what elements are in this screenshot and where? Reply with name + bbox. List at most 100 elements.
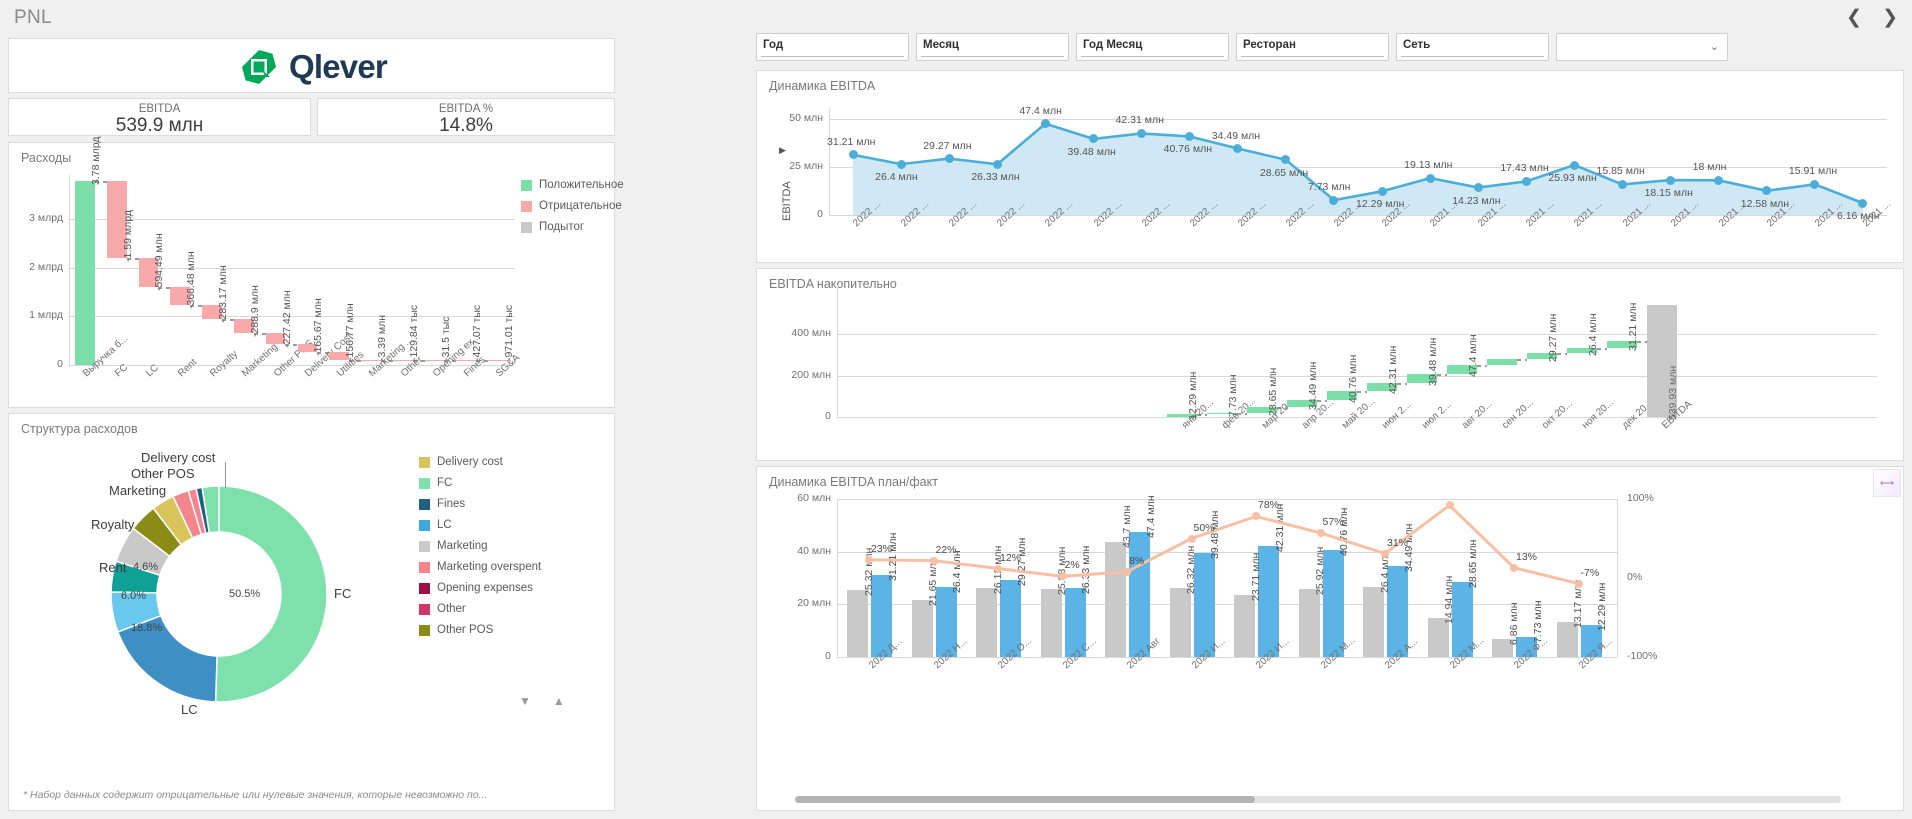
expense-structure-card[interactable]: Структура расходов 50.5% 18.8% 6.0% 4.6% Del… — [8, 413, 615, 811]
percent-data-point[interactable] — [1058, 572, 1067, 581]
kpi-ebitda-percent[interactable]: EBITDA % 14.8% — [317, 98, 615, 136]
filter-сеть[interactable]: Сеть — [1396, 33, 1549, 61]
filter-dropdown[interactable]: ⌄ — [1556, 33, 1728, 61]
legend-item[interactable]: Opening expenses — [419, 582, 541, 594]
filter-год-месяц[interactable]: Год Месяц — [1076, 33, 1229, 61]
kpi-ebitda[interactable]: EBITDA 539.9 млн — [8, 98, 311, 136]
data-point[interactable] — [1137, 128, 1147, 138]
percent-data-point[interactable] — [1445, 501, 1454, 510]
percent-data-point[interactable] — [1187, 534, 1196, 543]
data-point[interactable] — [1040, 119, 1050, 129]
percent-data-point[interactable] — [1381, 549, 1389, 558]
percent-data-point[interactable] — [865, 555, 873, 564]
expenses-waterfall-plot[interactable]: 01 млрд 2 млрд 3 млрд 3.78 млрд Выручка б...… — [29, 136, 522, 379]
legend-scroll-down-icon[interactable]: ▼ — [519, 694, 531, 708]
donut-value-label: 4.6% — [133, 561, 159, 573]
waterfall-bar[interactable] — [75, 180, 95, 365]
donut-category-label: Delivery cost — [141, 450, 216, 465]
filter-label: Год — [763, 39, 784, 51]
data-point[interactable] — [1666, 175, 1676, 185]
waterfall-bar-label: -129.84 тыс — [407, 304, 420, 361]
donut-category-label: LC — [181, 702, 198, 717]
y-axis-tick: 200 млн — [791, 368, 831, 381]
horizontal-scrollbar-thumb[interactable] — [795, 796, 1255, 803]
legend-item[interactable]: Other — [419, 603, 541, 615]
filter-год[interactable]: Год — [756, 33, 909, 61]
legend-item[interactable]: Delivery cost — [419, 456, 541, 468]
data-point[interactable] — [896, 159, 906, 169]
chevron-right-icon[interactable]: ❯ — [1882, 8, 1898, 28]
data-point[interactable] — [992, 159, 1002, 169]
data-point[interactable] — [1473, 183, 1483, 193]
ebitda-plan-fact-card[interactable]: Динамика EBITDA план/факт 0 20 млн 40 млн 6… — [756, 466, 1904, 811]
legend-item[interactable]: Отрицательное — [521, 200, 624, 212]
percent-data-point[interactable] — [929, 556, 938, 565]
legend-swatch — [419, 624, 430, 636]
legend-item[interactable]: Marketing — [419, 540, 541, 552]
legend-swatch — [419, 540, 430, 552]
filter-label: Ресторан — [1243, 39, 1296, 51]
data-point[interactable] — [1569, 160, 1579, 170]
filter-underline — [1081, 56, 1224, 57]
percent-data-point[interactable] — [1316, 528, 1325, 537]
data-point[interactable] — [1618, 179, 1627, 189]
waterfall-connector — [1517, 359, 1527, 362]
filter-bar[interactable]: Год Месяц Год Месяц Ресторан Сеть ⌄ — [756, 33, 1904, 61]
ebitda-cumulative-plot[interactable]: 0 200 млн 400 млн 12.29 млн янв 20... 7.73 мл… — [791, 285, 1877, 431]
sheet-navigation[interactable]: ❮ ❯ — [1846, 8, 1898, 28]
data-point-label: 26.4 млн — [875, 171, 918, 184]
expenses-waterfall-legend[interactable]: Положительное Отрицательное Подытог — [521, 179, 624, 242]
filter-месяц[interactable]: Месяц — [916, 33, 1069, 61]
percent-data-point[interactable] — [1510, 563, 1518, 572]
legend-label: Fines — [437, 498, 466, 510]
resize-handle-icon[interactable]: ⟷ — [1873, 469, 1901, 497]
waterfall-bar-label: 29.27 млн — [1547, 313, 1559, 363]
legend-item[interactable]: Other POS — [419, 624, 541, 636]
expenses-waterfall-card[interactable]: Расходы 01 млрд 2 млрд 3 млрд 3.78 млрд Выру… — [8, 136, 624, 408]
y-axis-tick: 60 млн — [797, 492, 831, 504]
percent-data-point[interactable] — [1574, 579, 1583, 588]
legend-label: Delivery cost — [437, 456, 503, 468]
waterfall-bar-label: 31.21 млн — [1627, 302, 1639, 351]
data-point[interactable] — [848, 150, 858, 160]
data-point-label: 31.21 млн — [827, 135, 876, 148]
dashboard-root: PNL ❮ ❯ Qlever EBITDA 539.9 млн EBITDA %… — [0, 0, 1912, 819]
expense-structure-donut[interactable]: 50.5% 18.8% 6.0% 4.6% Delivery cost Other POS… — [69, 444, 399, 744]
data-point[interactable] — [944, 154, 954, 164]
ebitda-dynamics-card[interactable]: Динамика EBITDA EBITDA ▶ 0 25 млн 50 млн 31… — [756, 70, 1904, 263]
data-point[interactable] — [1521, 176, 1531, 186]
percent-line-svg[interactable] — [837, 499, 1617, 657]
ebitda-plan-fact-plot[interactable]: 0 20 млн 40 млн 60 млн -100% 0% 100% 25.32 млн 3… — [797, 492, 1657, 671]
y2-axis-tick: 100% — [1627, 492, 1654, 504]
chevron-down-icon[interactable]: ⌄ — [1710, 40, 1719, 53]
legend-item[interactable]: Marketing overspent — [419, 561, 541, 573]
percent-label: 13% — [1516, 550, 1538, 563]
brand-name: Qlever — [289, 47, 388, 85]
y-axis-line — [69, 175, 70, 365]
percent-data-point[interactable] — [1123, 567, 1131, 576]
waterfall-bar[interactable] — [1487, 359, 1517, 365]
data-point[interactable] — [1425, 173, 1435, 183]
ebitda-cumulative-card[interactable]: EBITDA накопительно 0 200 млн 400 млн 12.29… — [756, 268, 1904, 461]
legend-item[interactable]: FC — [419, 477, 541, 489]
y-axis-tick: 20 млн — [797, 597, 831, 610]
donut-legend-pager[interactable]: ▼ ▲ — [519, 694, 565, 708]
expand-triangle-icon[interactable]: ▶ — [779, 145, 786, 156]
kpi-value: 14.8% — [439, 115, 493, 136]
legend-item[interactable]: Подытог — [521, 221, 624, 233]
horizontal-scrollbar-track[interactable] — [795, 796, 1841, 803]
chevron-left-icon[interactable]: ❮ — [1846, 8, 1862, 28]
y-axis-tick: 0 — [825, 410, 831, 422]
legend-item[interactable]: Fines — [419, 498, 541, 510]
legend-scroll-up-icon[interactable]: ▲ — [553, 694, 565, 708]
ebitda-dynamics-plot[interactable]: 0 25 млн 50 млн 31.21 млн 2022 ... 26.4 млн 20… — [789, 105, 1893, 230]
legend-item[interactable]: LC — [419, 519, 541, 531]
expense-structure-legend[interactable]: Delivery cost FC Fines LC Marketing Marketing… — [419, 456, 541, 645]
legend-item[interactable]: Положительное — [521, 179, 624, 191]
data-point[interactable] — [1714, 175, 1724, 185]
data-point[interactable] — [1377, 186, 1387, 196]
legend-label: FC — [437, 477, 453, 489]
waterfall-bar-label: 26.4 млн — [1587, 313, 1599, 357]
filter-ресторан[interactable]: Ресторан — [1236, 33, 1389, 61]
percent-data-point[interactable] — [994, 564, 1002, 573]
